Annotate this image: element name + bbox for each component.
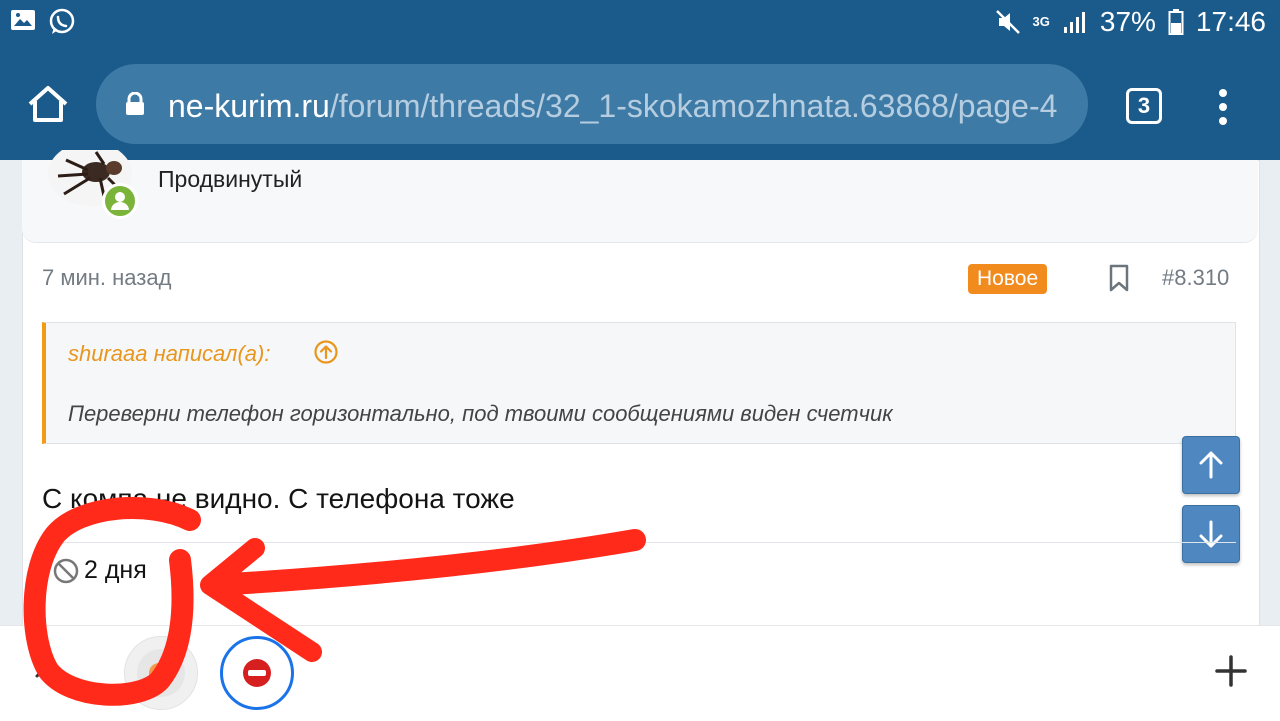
scroll-down-button[interactable] <box>1182 505 1240 563</box>
network-type: 3G <box>1032 14 1050 29</box>
ban-icon <box>53 558 79 584</box>
arrow-up-circle-icon[interactable] <box>314 340 338 364</box>
bookmark-icon[interactable] <box>1108 264 1130 292</box>
url-host: ne-kurim.ru <box>168 88 330 124</box>
divider <box>42 542 1236 543</box>
whatsapp-icon <box>49 8 75 34</box>
url-path: /forum/threads/32_1-skokamozhnata.63868/… <box>329 88 1058 124</box>
tabs-icon[interactable]: 3 <box>1126 88 1162 124</box>
quote-text: Переверни телефон горизонтально, под тво… <box>68 401 893 426</box>
clock: 17:46 <box>1195 6 1266 37</box>
url-text[interactable]: ne-kurim.ru/forum/threads/32_1-skokamozh… <box>168 84 1073 128</box>
mute-icon <box>995 10 1020 34</box>
quote-author[interactable]: shuraaa написал(а): <box>68 341 270 367</box>
post-message: С компа не видно. С телефона тоже <box>42 483 515 514</box>
gallery-icon <box>11 10 35 30</box>
online-status-icon <box>102 183 138 219</box>
arrow-down-icon <box>1199 520 1223 548</box>
signal-icon <box>1063 12 1085 33</box>
post-number[interactable]: #8.310 <box>1162 265 1229 291</box>
lock-icon <box>126 92 144 115</box>
chat-head-1[interactable] <box>124 636 198 710</box>
post-time[interactable]: 7 мин. назад <box>42 265 171 291</box>
battery-percent: 37% <box>1099 6 1156 37</box>
chevron-up-icon[interactable] <box>34 658 64 680</box>
new-badge: Новое <box>968 264 1048 294</box>
overflow-menu-icon[interactable] <box>1210 86 1236 126</box>
arrow-up-icon <box>1199 451 1223 479</box>
ban-duration: 2 дня <box>84 556 147 584</box>
plus-icon[interactable] <box>1214 654 1248 688</box>
scroll-up-button[interactable] <box>1182 436 1240 494</box>
home-icon[interactable] <box>26 84 70 124</box>
chat-head-2[interactable] <box>220 636 294 710</box>
battery-icon <box>1168 9 1184 35</box>
user-title: Продвинутый <box>158 166 303 192</box>
status-bar: 3G 37% 17:46 <box>0 0 1280 48</box>
